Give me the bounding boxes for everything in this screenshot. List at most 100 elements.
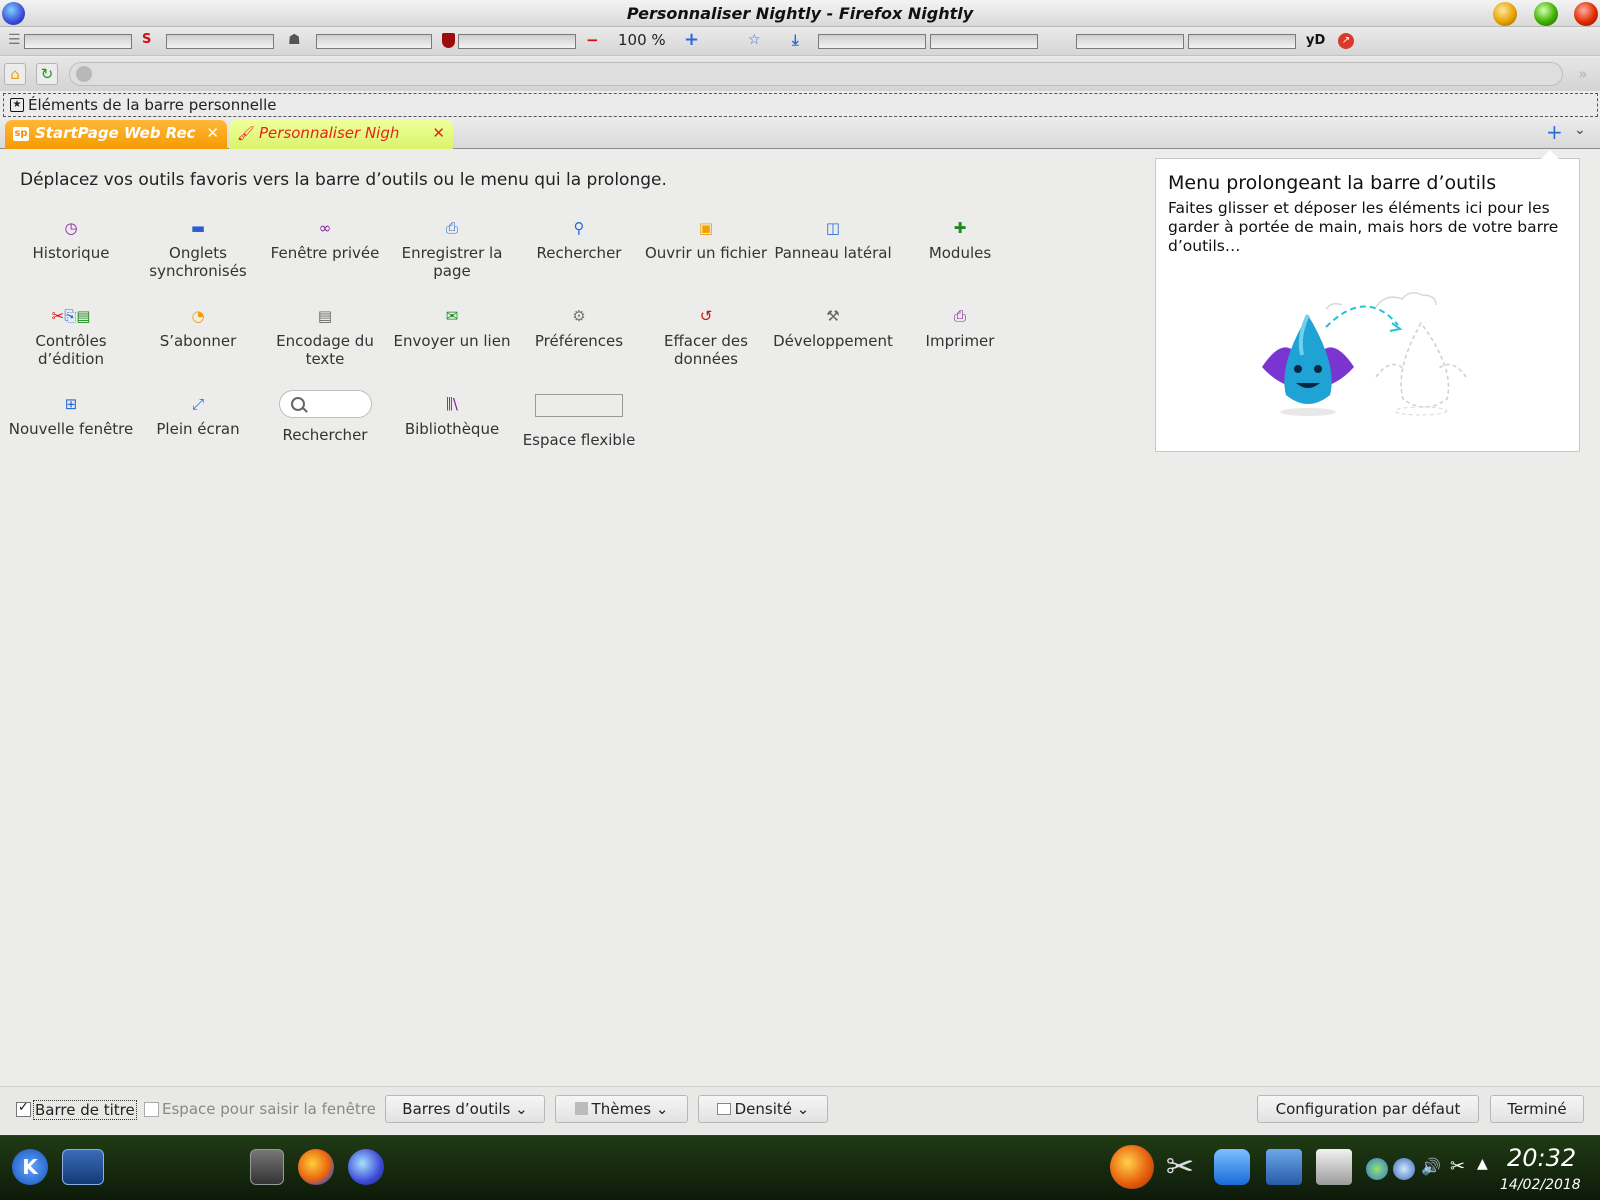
tools-icon[interactable]: ✂: [1162, 1149, 1198, 1185]
home-button[interactable]: ⌂: [4, 63, 26, 85]
chevron-down-icon[interactable]: ⌄: [1574, 122, 1586, 138]
url-bar[interactable]: [69, 62, 1563, 86]
library-icon: ⫼\: [446, 395, 458, 413]
firefox-icon[interactable]: [298, 1149, 334, 1185]
tab-label: Personnaliser Nigh: [259, 124, 400, 142]
overflow-panel-description: Faites glisser et déposer les éléments i…: [1168, 199, 1559, 255]
flexible-space-slot[interactable]: [1188, 34, 1296, 49]
close-tab-icon[interactable]: ✕: [432, 120, 445, 147]
save-page-icon: ⎙: [445, 219, 458, 237]
clock-date: 14/02/2018: [1500, 1177, 1581, 1193]
firefox-nightly-icon[interactable]: [348, 1149, 384, 1185]
palette-item-find[interactable]: ⚲ Rechercher: [516, 218, 642, 262]
ghostery-icon[interactable]: ☗: [288, 32, 301, 48]
rss-icon: ◔: [191, 307, 205, 325]
reload-button[interactable]: ↻: [36, 63, 58, 85]
toolbars-label: Barres d’outils: [402, 1100, 511, 1118]
title-bar-label[interactable]: Barre de titre: [33, 1100, 137, 1120]
palette-item-forget[interactable]: ↺ Effacer des données: [643, 306, 769, 368]
volume-icon[interactable]: 🔊: [1421, 1157, 1443, 1179]
startpage-favicon-icon: sp: [13, 127, 29, 141]
customization-instruction: Déplacez vos outils favoris vers la barr…: [20, 170, 667, 190]
tab-startpage[interactable]: sp StartPage Web Rec ✕: [5, 120, 227, 149]
zoom-in-button[interactable]: +: [684, 29, 699, 50]
zoom-out-button[interactable]: −: [586, 31, 599, 49]
drag-space-label[interactable]: Espace pour saisir la fenêtre: [162, 1100, 376, 1118]
search-box-icon: [278, 390, 372, 418]
open-file-icon: ▣: [698, 219, 714, 237]
chevron-down-icon: ⌄: [651, 1100, 669, 1118]
new-tab-button[interactable]: +: [1546, 120, 1563, 144]
palette-item-sidebar[interactable]: ◫ Panneau latéral: [770, 218, 896, 262]
flexible-space-slot[interactable]: [930, 34, 1038, 49]
palette-item-text-encoding[interactable]: ▤ Encodage du texte: [262, 306, 388, 368]
bookmark-star-icon[interactable]: ☆: [748, 32, 761, 48]
bookmarks-toolbar-label: Éléments de la barre personnelle: [28, 96, 277, 114]
palette-item-developer[interactable]: ⚒ Développement: [770, 306, 896, 350]
flexible-space-slot[interactable]: [24, 34, 132, 49]
startpage-extension-icon[interactable]: S: [142, 32, 151, 47]
window-title: Personnaliser Nightly - Firefox Nightly: [626, 4, 974, 23]
menu-icon[interactable]: ☰: [8, 32, 21, 48]
file-manager-icon[interactable]: [1266, 1149, 1302, 1185]
camera-icon[interactable]: [1214, 1149, 1250, 1185]
tab-customize[interactable]: 🖌 Personnaliser Nigh ✕: [229, 120, 453, 149]
bookmarks-toolbar[interactable]: ★ Éléments de la barre personnelle: [3, 93, 1598, 117]
flexible-space-slot[interactable]: [458, 34, 576, 49]
palette-item-private-window[interactable]: ∞ Fenêtre privée: [262, 218, 388, 262]
maximize-button[interactable]: [1534, 2, 1558, 26]
palette-item-search-box[interactable]: Rechercher: [262, 390, 388, 444]
kde-menu-icon[interactable]: K: [12, 1149, 48, 1185]
palette-item-email-link[interactable]: ✉ Envoyer un lien: [389, 306, 515, 350]
update-icon[interactable]: [1393, 1158, 1415, 1180]
yd-extension-icon[interactable]: yD: [1306, 33, 1325, 48]
palette-item-history[interactable]: ◷ Historique: [8, 218, 134, 262]
palette-item-preferences[interactable]: ⚙ Préférences: [516, 306, 642, 350]
email-icon: ✉: [445, 307, 459, 325]
themes-dropdown-button[interactable]: Thèmes ⌄: [555, 1095, 688, 1123]
title-bar-checkbox[interactable]: [16, 1100, 31, 1117]
density-window-icon: [716, 1103, 731, 1115]
close-tab-icon[interactable]: ✕: [206, 120, 219, 147]
themes-label: Thèmes: [591, 1100, 652, 1118]
overflow-menu-panel[interactable]: Menu prolongeant la barre d’outils Faite…: [1155, 150, 1580, 452]
palette-item-flexible-space[interactable]: Espace flexible: [516, 394, 642, 449]
downloads-icon[interactable]: ⤓: [792, 31, 799, 49]
palette-item-fullscreen[interactable]: ⤢ Plein écran: [135, 394, 261, 438]
menu-toolbar: ☰ S ☗ − 100 % + ☆ ⤓ yD ↗: [0, 28, 1600, 56]
palette-item-new-window[interactable]: ⊞ Nouvelle fenêtre: [8, 394, 134, 438]
network-icon[interactable]: [1366, 1158, 1388, 1180]
close-window-button[interactable]: [1574, 2, 1598, 26]
flexible-space-slot[interactable]: [166, 34, 274, 49]
flexible-space-slot[interactable]: [1076, 34, 1184, 49]
palette-item-library[interactable]: ⫼\ Bibliothèque: [389, 394, 515, 438]
desktop-pager-icon[interactable]: [62, 1149, 104, 1185]
drag-space-checkbox[interactable]: [144, 1102, 159, 1117]
overflow-chevron-icon[interactable]: »: [1570, 63, 1596, 85]
mask-icon: ∞: [318, 219, 332, 237]
zoom-level[interactable]: 100 %: [618, 31, 666, 49]
palette-item-print[interactable]: ⎙ Imprimer: [897, 306, 1023, 350]
tray-expand-icon[interactable]: ▲: [1477, 1156, 1488, 1172]
theme-swatch-icon: [574, 1102, 588, 1115]
firefox-launcher-icon[interactable]: [1110, 1145, 1154, 1189]
minimize-button[interactable]: [1493, 2, 1517, 26]
restore-defaults-button[interactable]: Configuration par défaut: [1257, 1095, 1479, 1123]
flexible-space-slot[interactable]: [818, 34, 926, 49]
palette-item-addons[interactable]: ✚ Modules: [897, 218, 1023, 262]
density-dropdown-button[interactable]: Densité ⌄: [698, 1095, 828, 1123]
extension-red-icon[interactable]: ↗: [1338, 33, 1354, 49]
palette-item-edit-controls[interactable]: ✂⎘▤ Contrôles d’édition: [8, 306, 134, 368]
clipboard-scissors-icon[interactable]: ✂: [1450, 1156, 1468, 1180]
palette-item-save-page[interactable]: ⎙ Enregistrer la page: [389, 218, 515, 280]
ublock-icon[interactable]: [442, 33, 455, 48]
palette-item-subscribe[interactable]: ◔ S’abonner: [135, 306, 261, 350]
done-button[interactable]: Terminé: [1490, 1095, 1584, 1123]
terminal-icon[interactable]: [250, 1149, 284, 1185]
flexible-space-slot[interactable]: [316, 34, 432, 49]
palette-item-synced-tabs[interactable]: ▬ Onglets synchronisés: [135, 218, 261, 280]
toolbars-dropdown-button[interactable]: Barres d’outils ⌄: [385, 1095, 545, 1123]
palette-item-open-file[interactable]: ▣ Ouvrir un fichier: [643, 218, 769, 262]
clock-time[interactable]: 20:32: [1507, 1144, 1576, 1172]
printer-icon[interactable]: [1316, 1149, 1352, 1185]
